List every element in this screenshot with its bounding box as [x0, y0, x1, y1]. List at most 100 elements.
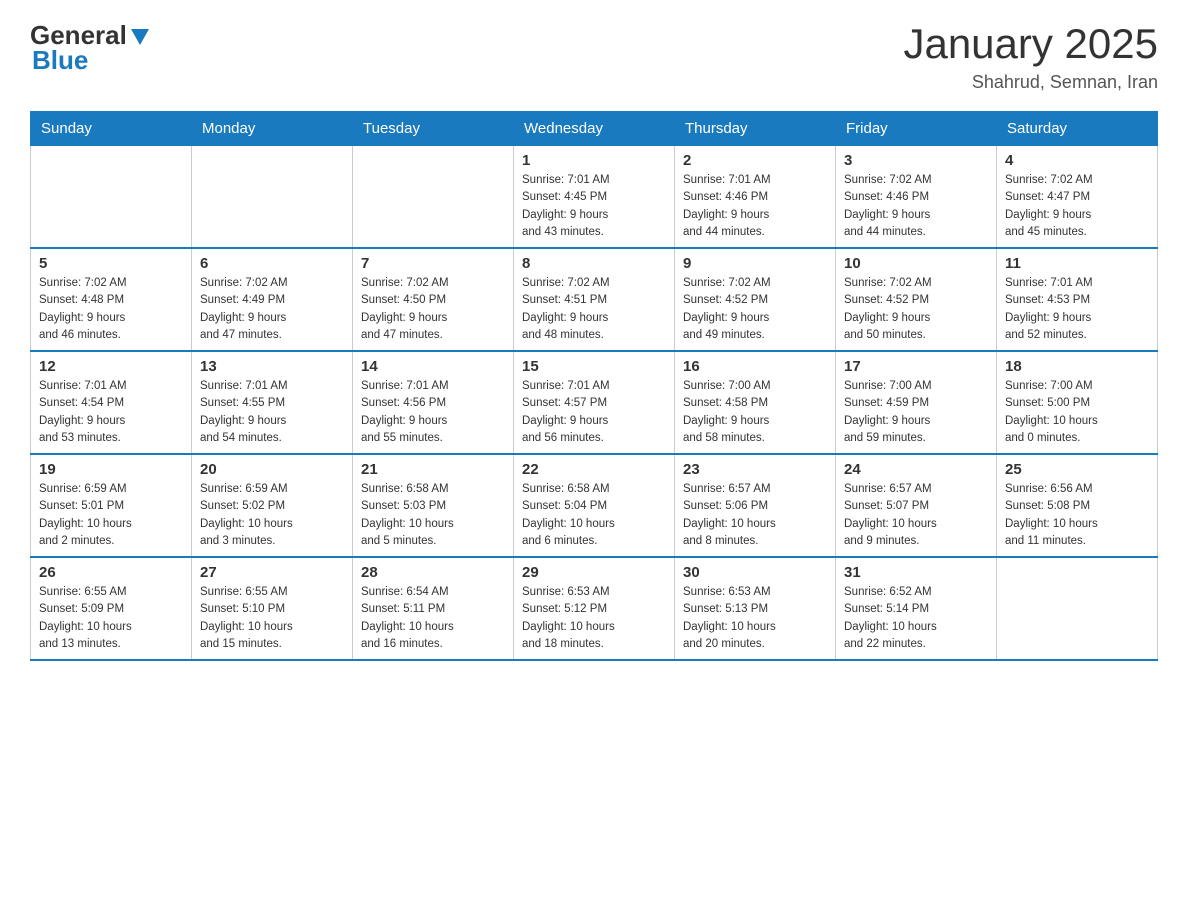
- day-info: Sunrise: 7:02 AM Sunset: 4:47 PM Dayligh…: [1005, 172, 1149, 241]
- day-info: Sunrise: 7:01 AM Sunset: 4:57 PM Dayligh…: [522, 378, 666, 447]
- day-info: Sunrise: 6:53 AM Sunset: 5:12 PM Dayligh…: [522, 584, 666, 653]
- day-number: 5: [39, 255, 183, 272]
- calendar-week-2: 5 Sunrise: 7:02 AM Sunset: 4:48 PM Daylig…: [31, 248, 1158, 351]
- calendar-cell: 2 Sunrise: 7:01 AM Sunset: 4:46 PM Daylig…: [675, 146, 836, 249]
- day-info: Sunrise: 6:56 AM Sunset: 5:08 PM Dayligh…: [1005, 481, 1149, 550]
- column-header-thursday: Thursday: [675, 112, 836, 146]
- day-info: Sunrise: 6:52 AM Sunset: 5:14 PM Dayligh…: [844, 584, 988, 653]
- calendar-cell: 21 Sunrise: 6:58 AM Sunset: 5:03 PM Dayli…: [353, 454, 514, 557]
- calendar-cell: 6Sunrise: 7:02 AM Sunset: 4:49 PM Daylig…: [192, 248, 353, 351]
- day-number: 22: [522, 461, 666, 478]
- calendar-cell: [353, 146, 514, 249]
- day-info: Sunrise: 7:02 AM Sunset: 4:50 PM Dayligh…: [361, 275, 505, 344]
- day-info: Sunrise: 6:55 AM Sunset: 5:10 PM Dayligh…: [200, 584, 344, 653]
- day-info: Sunrise: 7:00 AM Sunset: 4:58 PM Dayligh…: [683, 378, 827, 447]
- calendar-cell: [192, 146, 353, 249]
- day-info: Sunrise: 6:57 AM Sunset: 5:07 PM Dayligh…: [844, 481, 988, 550]
- calendar-week-4: 19Sunrise: 6:59 AM Sunset: 5:01 PM Dayli…: [31, 454, 1158, 557]
- day-info: Sunrise: 7:01 AM Sunset: 4:56 PM Dayligh…: [361, 378, 505, 447]
- day-info: Sunrise: 7:01 AM Sunset: 4:54 PM Dayligh…: [39, 378, 183, 447]
- calendar-cell: 1 Sunrise: 7:01 AM Sunset: 4:45 PM Daylig…: [514, 146, 675, 249]
- calendar-cell: 26Sunrise: 6:55 AM Sunset: 5:09 PM Dayli…: [31, 557, 192, 660]
- day-number: 24: [844, 461, 988, 478]
- column-header-monday: Monday: [192, 112, 353, 146]
- day-number: 13: [200, 358, 344, 375]
- calendar-cell: 18 Sunrise: 7:00 AM Sunset: 5:00 PM Dayli…: [997, 351, 1158, 454]
- day-info: Sunrise: 7:02 AM Sunset: 4:48 PM Dayligh…: [39, 275, 183, 344]
- day-info: Sunrise: 6:59 AM Sunset: 5:02 PM Dayligh…: [200, 481, 344, 550]
- calendar-cell: 31 Sunrise: 6:52 AM Sunset: 5:14 PM Dayli…: [836, 557, 997, 660]
- calendar-cell: 3 Sunrise: 7:02 AM Sunset: 4:46 PM Daylig…: [836, 146, 997, 249]
- day-info: Sunrise: 6:58 AM Sunset: 5:04 PM Dayligh…: [522, 481, 666, 550]
- day-number: 14: [361, 358, 505, 375]
- calendar-week-3: 12 Sunrise: 7:01 AM Sunset: 4:54 PM Dayli…: [31, 351, 1158, 454]
- calendar-cell: 12 Sunrise: 7:01 AM Sunset: 4:54 PM Dayli…: [31, 351, 192, 454]
- day-info: Sunrise: 7:00 AM Sunset: 5:00 PM Dayligh…: [1005, 378, 1149, 447]
- calendar-cell: 15 Sunrise: 7:01 AM Sunset: 4:57 PM Dayli…: [514, 351, 675, 454]
- day-number: 27: [200, 564, 344, 581]
- day-number: 18: [1005, 358, 1149, 375]
- day-number: 3: [844, 152, 988, 169]
- day-number: 17: [844, 358, 988, 375]
- calendar-cell: 20 Sunrise: 6:59 AM Sunset: 5:02 PM Dayli…: [192, 454, 353, 557]
- day-number: 31: [844, 564, 988, 581]
- calendar-cell: 30Sunrise: 6:53 AM Sunset: 5:13 PM Dayli…: [675, 557, 836, 660]
- calendar-cell: 7 Sunrise: 7:02 AM Sunset: 4:50 PM Daylig…: [353, 248, 514, 351]
- day-info: Sunrise: 7:01 AM Sunset: 4:46 PM Dayligh…: [683, 172, 827, 241]
- title-area: January 2025 Shahrud, Semnan, Iran: [903, 20, 1158, 93]
- column-header-tuesday: Tuesday: [353, 112, 514, 146]
- calendar-cell: [31, 146, 192, 249]
- calendar-cell: 25 Sunrise: 6:56 AM Sunset: 5:08 PM Dayli…: [997, 454, 1158, 557]
- day-number: 25: [1005, 461, 1149, 478]
- day-info: Sunrise: 6:59 AM Sunset: 5:01 PM Dayligh…: [39, 481, 183, 550]
- column-header-saturday: Saturday: [997, 112, 1158, 146]
- calendar-cell: 11Sunrise: 7:01 AM Sunset: 4:53 PM Dayli…: [997, 248, 1158, 351]
- page-header: General Blue January 2025 Shahrud, Semna…: [30, 20, 1158, 93]
- day-number: 4: [1005, 152, 1149, 169]
- day-number: 21: [361, 461, 505, 478]
- calendar-cell: 22 Sunrise: 6:58 AM Sunset: 5:04 PM Dayli…: [514, 454, 675, 557]
- logo-blue: Blue: [32, 45, 88, 76]
- day-number: 1: [522, 152, 666, 169]
- calendar-cell: 16 Sunrise: 7:00 AM Sunset: 4:58 PM Dayli…: [675, 351, 836, 454]
- day-info: Sunrise: 7:01 AM Sunset: 4:45 PM Dayligh…: [522, 172, 666, 241]
- day-number: 28: [361, 564, 505, 581]
- day-number: 11: [1005, 255, 1149, 272]
- calendar-cell: 29 Sunrise: 6:53 AM Sunset: 5:12 PM Dayli…: [514, 557, 675, 660]
- logo: General Blue: [30, 20, 151, 76]
- day-number: 2: [683, 152, 827, 169]
- day-number: 15: [522, 358, 666, 375]
- day-info: Sunrise: 7:02 AM Sunset: 4:52 PM Dayligh…: [844, 275, 988, 344]
- day-number: 29: [522, 564, 666, 581]
- day-number: 8: [522, 255, 666, 272]
- calendar-table: SundayMondayTuesdayWednesdayThursdayFrid…: [30, 111, 1158, 661]
- day-number: 20: [200, 461, 344, 478]
- day-info: Sunrise: 6:57 AM Sunset: 5:06 PM Dayligh…: [683, 481, 827, 550]
- day-number: 16: [683, 358, 827, 375]
- calendar-cell: 23 Sunrise: 6:57 AM Sunset: 5:06 PM Dayli…: [675, 454, 836, 557]
- column-header-sunday: Sunday: [31, 112, 192, 146]
- day-number: 30: [683, 564, 827, 581]
- day-number: 7: [361, 255, 505, 272]
- calendar-cell: 9Sunrise: 7:02 AM Sunset: 4:52 PM Daylig…: [675, 248, 836, 351]
- day-info: Sunrise: 7:01 AM Sunset: 4:55 PM Dayligh…: [200, 378, 344, 447]
- calendar-cell: 28 Sunrise: 6:54 AM Sunset: 5:11 PM Dayli…: [353, 557, 514, 660]
- day-info: Sunrise: 7:00 AM Sunset: 4:59 PM Dayligh…: [844, 378, 988, 447]
- day-info: Sunrise: 7:02 AM Sunset: 4:52 PM Dayligh…: [683, 275, 827, 344]
- day-number: 6: [200, 255, 344, 272]
- calendar-cell: 8 Sunrise: 7:02 AM Sunset: 4:51 PM Daylig…: [514, 248, 675, 351]
- day-info: Sunrise: 6:54 AM Sunset: 5:11 PM Dayligh…: [361, 584, 505, 653]
- day-number: 12: [39, 358, 183, 375]
- day-number: 23: [683, 461, 827, 478]
- day-info: Sunrise: 7:02 AM Sunset: 4:46 PM Dayligh…: [844, 172, 988, 241]
- day-info: Sunrise: 6:58 AM Sunset: 5:03 PM Dayligh…: [361, 481, 505, 550]
- day-info: Sunrise: 6:55 AM Sunset: 5:09 PM Dayligh…: [39, 584, 183, 653]
- calendar-cell: 13 Sunrise: 7:01 AM Sunset: 4:55 PM Dayli…: [192, 351, 353, 454]
- calendar-cell: 27 Sunrise: 6:55 AM Sunset: 5:10 PM Dayli…: [192, 557, 353, 660]
- calendar-cell: 4 Sunrise: 7:02 AM Sunset: 4:47 PM Daylig…: [997, 146, 1158, 249]
- calendar-cell: 10Sunrise: 7:02 AM Sunset: 4:52 PM Dayli…: [836, 248, 997, 351]
- calendar-title: January 2025: [903, 20, 1158, 68]
- column-header-friday: Friday: [836, 112, 997, 146]
- calendar-cell: 17 Sunrise: 7:00 AM Sunset: 4:59 PM Dayli…: [836, 351, 997, 454]
- day-info: Sunrise: 7:02 AM Sunset: 4:51 PM Dayligh…: [522, 275, 666, 344]
